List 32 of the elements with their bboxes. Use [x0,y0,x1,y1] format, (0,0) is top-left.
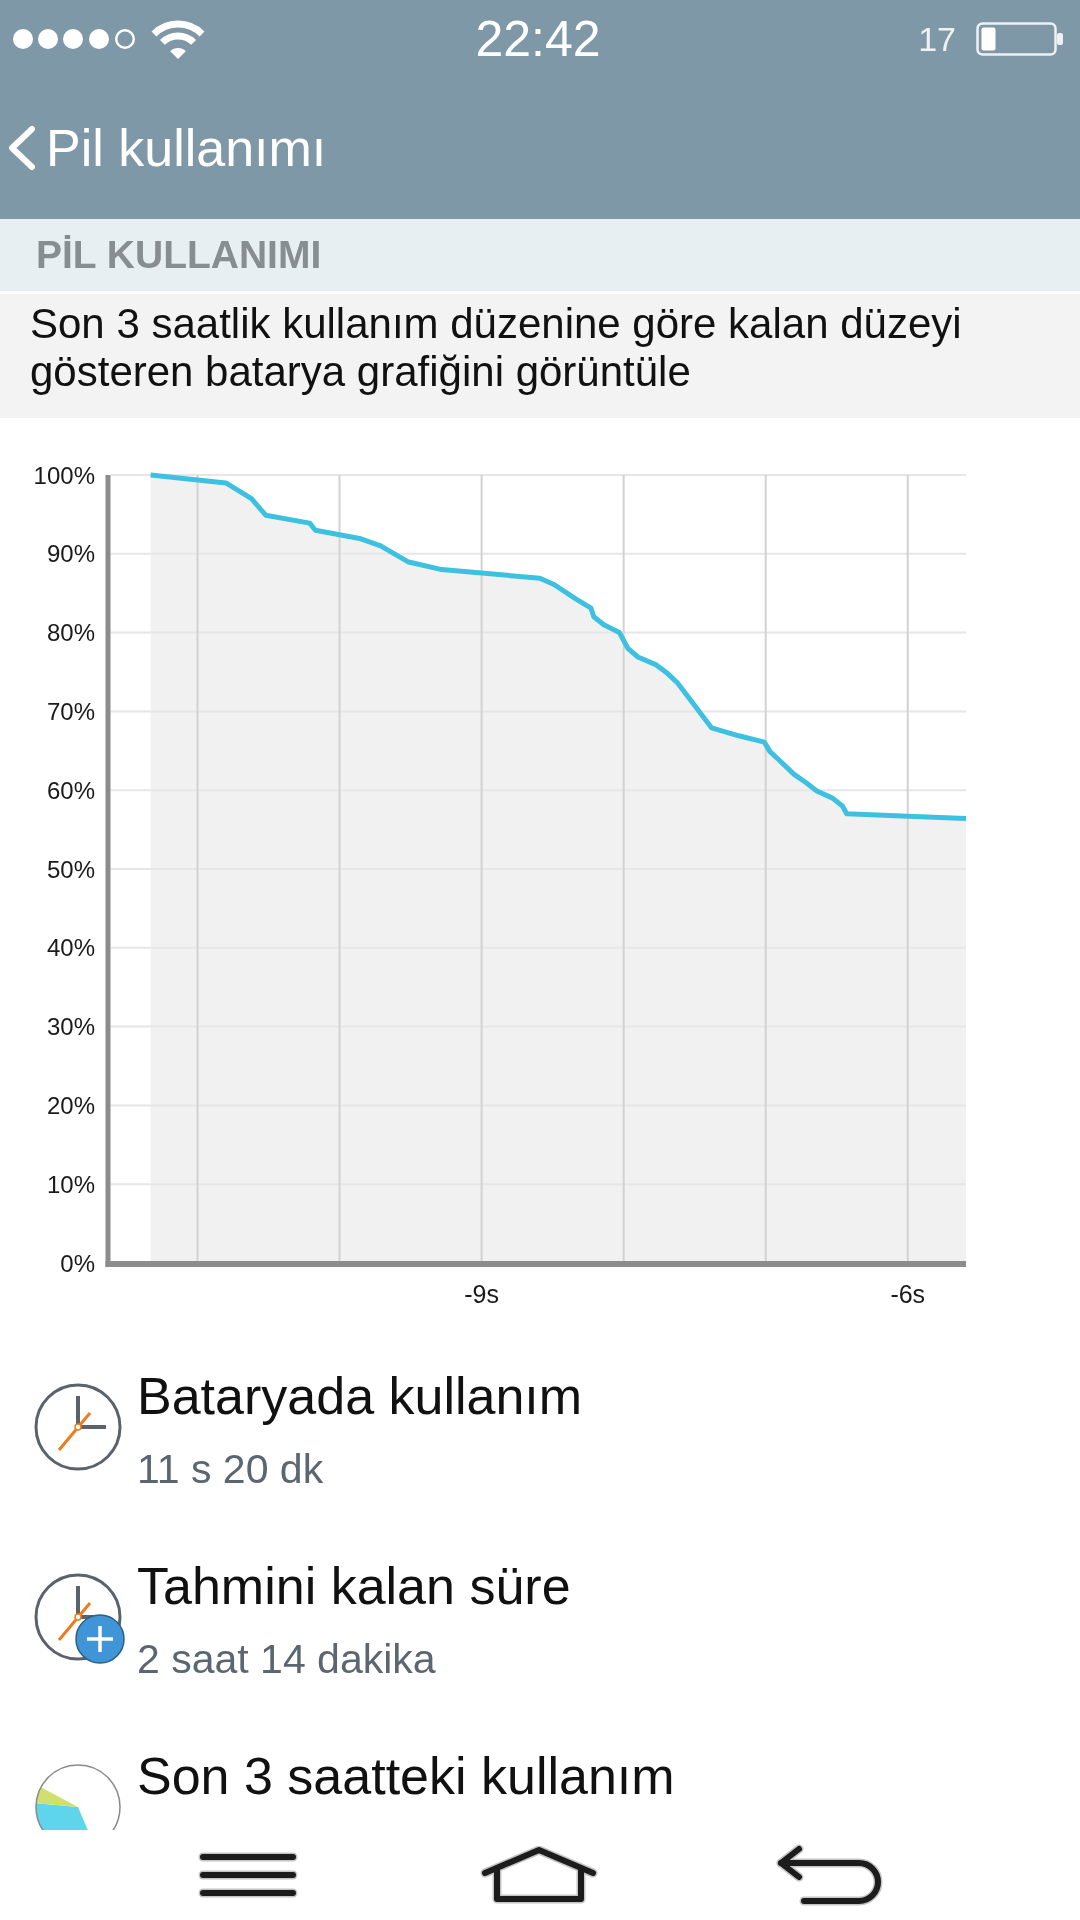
home-icon[interactable] [480,1846,598,1904]
x-tick-label: -9s [464,1280,499,1308]
item-title: Bataryada kullanım [137,1366,583,1426]
y-tick-label: 20% [46,1091,95,1119]
item-value: 11 s 20 dk [137,1445,325,1494]
y-tick-label: 100% [33,461,95,489]
item-title: Son 3 saatteki kullanım [137,1746,675,1806]
y-tick-label: 10% [46,1170,95,1198]
back-icon[interactable] [775,1844,885,1906]
y-tick-label: 90% [46,540,95,568]
y-tick-label: 50% [46,855,95,883]
y-tick-label: 70% [46,697,95,725]
description-text: Son 3 saatlik kullanım düzenine göre kalan düzeyi gösteren batarya grafiğini görüntüle [30,300,963,396]
status-time: 22:42 [475,14,601,64]
section-title: PİL KULLANIMI [36,233,322,277]
chevron-left-icon [6,125,36,172]
y-tick-label: 30% [46,1013,95,1041]
back-button[interactable]: Pil kullanımı [6,118,327,179]
y-tick-label: 60% [46,776,95,804]
item-title: Tahmini kalan süre [137,1556,571,1616]
y-tick-label: 0% [60,1249,95,1277]
y-tick-label: 80% [46,619,95,647]
y-tick-label: 40% [46,934,95,962]
clock-icon [33,1382,123,1472]
wifi-icon [149,18,207,60]
x-tick-label: -6s [890,1280,926,1308]
clock-plus-icon [33,1572,126,1665]
menu-icon[interactable] [198,1852,298,1898]
signal-icon [12,28,137,50]
battery-icon [976,22,1064,56]
item-value: 2 saat 14 dakika [137,1635,437,1684]
battery-percent: 17 [918,22,956,56]
